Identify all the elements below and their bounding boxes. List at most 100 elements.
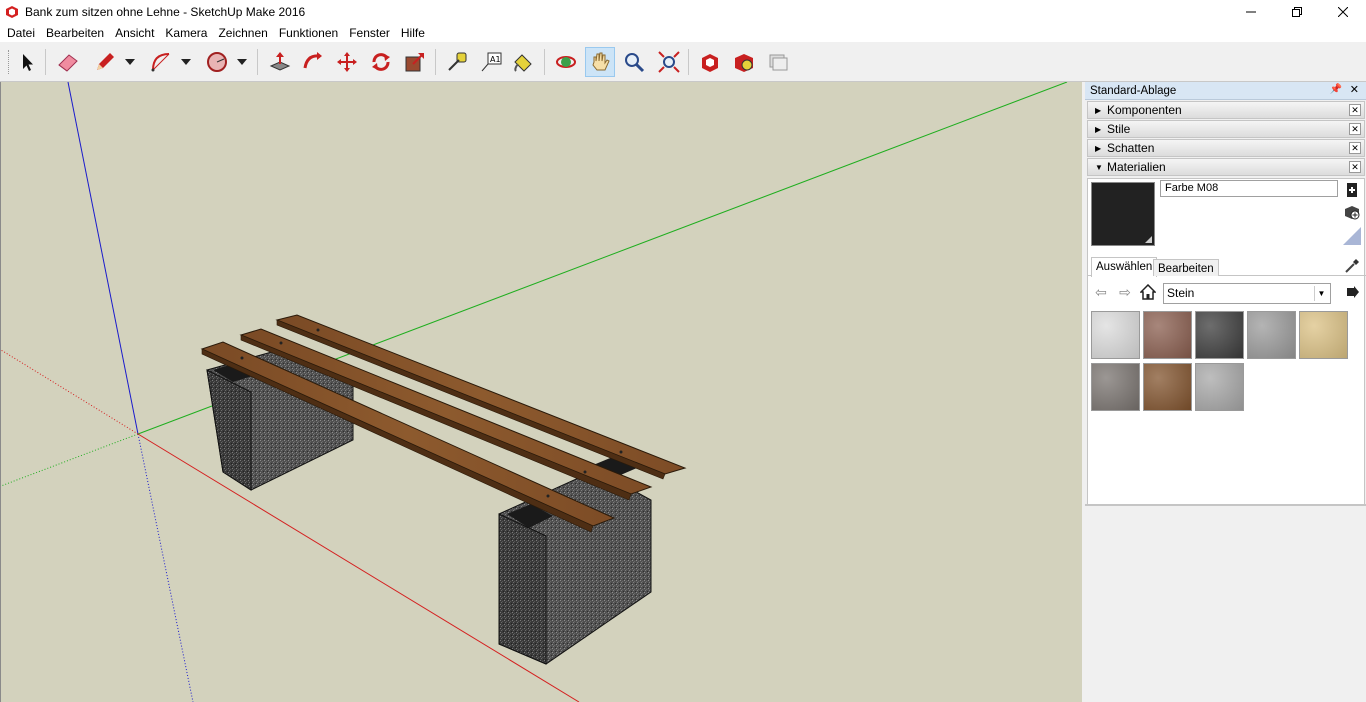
select-tool-button[interactable] [12, 47, 42, 77]
secondary-browser-icon[interactable] [1343, 203, 1361, 221]
material-swatch-granite-light[interactable] [1195, 363, 1244, 411]
svg-text:A1: A1 [490, 55, 501, 64]
menu-fenster[interactable]: Fenster [345, 26, 397, 40]
material-swatch-marble-white[interactable] [1091, 311, 1140, 359]
menu-zeichnen[interactable]: Zeichnen [214, 26, 274, 40]
tray-empty-area [1085, 504, 1366, 702]
follow-me-tool-button[interactable] [298, 47, 328, 77]
toolbar-grip[interactable] [8, 50, 11, 74]
tab-auswaehlen[interactable]: Auswählen [1091, 257, 1158, 277]
scale-tool-button[interactable] [400, 47, 430, 77]
material-swatch-granite-dark[interactable] [1195, 311, 1244, 359]
panel-close-icon[interactable]: ✕ [1349, 123, 1361, 135]
material-name-field[interactable]: Farbe M08 [1160, 180, 1338, 197]
pan-tool-button[interactable] [585, 47, 615, 77]
panel-label: Materialien [1107, 160, 1166, 174]
tray-title-bar: Standard-Ablage 📌 ✕ [1085, 82, 1366, 100]
toolbar-separator [435, 49, 436, 75]
panel-label: Stile [1107, 122, 1131, 136]
material-swatch-concrete-grey[interactable] [1247, 311, 1296, 359]
move-arrows-icon [337, 52, 357, 72]
pencil-icon [97, 53, 114, 70]
menu-kamera[interactable]: Kamera [161, 26, 214, 40]
panel-schatten[interactable]: ▶ Schatten ✕ [1087, 139, 1365, 157]
scale-icon [405, 53, 424, 72]
material-swatch-brown-stone[interactable] [1143, 363, 1192, 411]
window-title: Bank zum sitzen ohne Lehne - SketchUp Ma… [25, 4, 306, 19]
restore-button[interactable] [1274, 0, 1320, 23]
red-axis-negative [1, 349, 139, 435]
extension-warehouse-button[interactable] [729, 47, 759, 77]
tab-bearbeiten[interactable]: Bearbeiten [1153, 259, 1219, 276]
dropdown-arrow-icon [125, 59, 135, 65]
tray-title: Standard-Ablage [1090, 84, 1177, 97]
zoom-tool-button[interactable] [619, 47, 649, 77]
paint-bucket-tool-button[interactable] [508, 47, 538, 77]
main-toolbar: A1 [0, 42, 1366, 82]
sample-paint-icon[interactable] [1343, 227, 1361, 245]
pencil-dropdown[interactable] [123, 47, 137, 77]
panel-materialien[interactable]: ▼ Materialien ✕ [1087, 158, 1365, 176]
panel-close-icon[interactable]: ✕ [1349, 142, 1361, 154]
toolbar-separator [45, 49, 46, 75]
menu-hilfe[interactable]: Hilfe [397, 26, 432, 40]
panel-label: Schatten [1107, 141, 1155, 155]
orbit-tool-button[interactable] [551, 47, 581, 77]
minimize-button[interactable] [1228, 0, 1274, 23]
arc-tool-button[interactable] [146, 47, 176, 77]
panel-label: Komponenten [1107, 103, 1182, 117]
panel-stile[interactable]: ▶ Stile ✕ [1087, 120, 1365, 138]
rotate-icon [372, 53, 390, 71]
follow-me-icon [303, 52, 322, 69]
tray-close-icon[interactable]: ✕ [1350, 83, 1359, 96]
menu-ansicht[interactable]: Ansicht [111, 26, 161, 40]
back-arrow-icon[interactable]: ⇦ [1092, 283, 1110, 301]
menu-funktionen[interactable]: Funktionen [275, 26, 345, 40]
tape-measure-tool-button[interactable] [442, 47, 472, 77]
panel-close-icon[interactable]: ✕ [1349, 161, 1361, 173]
eyedropper-icon[interactable] [1343, 257, 1361, 275]
forward-arrow-icon[interactable]: ⇨ [1116, 283, 1134, 301]
panel-komponenten[interactable]: ▶ Komponenten ✕ [1087, 101, 1365, 119]
material-swatch-granite-brown[interactable] [1143, 311, 1192, 359]
blue-axis-negative [137, 433, 194, 702]
pencil-tool-button[interactable] [90, 47, 120, 77]
shapes-dropdown[interactable] [235, 47, 249, 77]
title-bar: Bank zum sitzen ohne Lehne - SketchUp Ma… [0, 0, 1366, 23]
paint-bucket-icon [514, 54, 532, 72]
material-swatch-sandstone[interactable] [1299, 311, 1348, 359]
3d-warehouse-button[interactable] [695, 47, 725, 77]
drawing-area[interactable] [0, 82, 1082, 702]
layout-icon [769, 54, 788, 71]
material-swatch-granite-grey[interactable] [1091, 363, 1140, 411]
circle-shape-icon [207, 52, 227, 72]
shapes-tool-button[interactable] [202, 47, 232, 77]
move-tool-button[interactable] [332, 47, 362, 77]
pin-icon[interactable]: 📌 [1330, 84, 1342, 95]
library-nav: ⇦ ⇨ Stein ▼ [1088, 282, 1366, 304]
arrow-cursor-icon [23, 54, 33, 71]
collapsed-arrow-icon: ▶ [1095, 143, 1102, 153]
arc-dropdown[interactable] [179, 47, 193, 77]
close-button[interactable] [1320, 0, 1366, 23]
chevron-down-icon: ▼ [1314, 286, 1328, 301]
eraser-tool-button[interactable] [53, 47, 83, 77]
push-pull-tool-button[interactable] [265, 47, 295, 77]
orbit-icon [556, 56, 576, 68]
layout-button[interactable] [763, 47, 793, 77]
rotate-tool-button[interactable] [366, 47, 396, 77]
zoom-extents-tool-button[interactable] [654, 47, 684, 77]
toolbar-separator [257, 49, 258, 75]
create-material-icon[interactable] [1343, 181, 1361, 199]
text-tool-button[interactable]: A1 [476, 47, 506, 77]
model-canvas[interactable] [1, 82, 1082, 702]
library-select-value: Stein [1167, 286, 1195, 300]
home-icon[interactable] [1139, 283, 1157, 301]
current-material-swatch[interactable] [1091, 182, 1155, 246]
panel-close-icon[interactable]: ✕ [1349, 104, 1361, 116]
menu-datei[interactable]: Datei [3, 26, 42, 40]
library-select[interactable]: Stein ▼ [1163, 283, 1331, 304]
details-arrow-icon[interactable] [1344, 283, 1362, 301]
menu-bearbeiten[interactable]: Bearbeiten [42, 26, 111, 40]
zoom-extents-icon [658, 51, 680, 73]
